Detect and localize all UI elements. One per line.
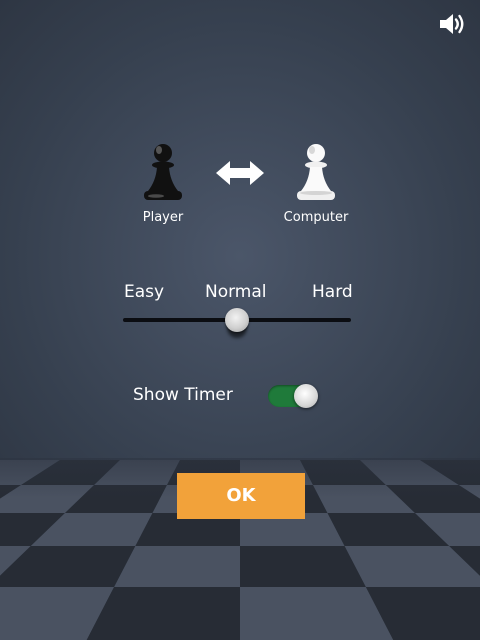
board-square [240,546,366,587]
difficulty-easy-label[interactable]: Easy [124,282,164,302]
swap-sides-button[interactable] [214,157,266,189]
difficulty-slider-knob[interactable] [225,308,249,332]
speaker-icon[interactable] [436,10,468,38]
board-square [114,546,240,587]
black-pawn-icon [139,141,187,205]
difficulty-normal-label[interactable]: Normal [205,282,267,302]
white-pawn-icon [292,141,340,205]
ok-button[interactable]: OK [177,473,305,519]
player-label: Player [142,210,184,225]
double-arrow-swap-icon [216,161,264,185]
toggle-thumb [294,384,318,408]
show-timer-toggle[interactable] [268,384,318,408]
difficulty-hard-label[interactable]: Hard [312,282,353,302]
show-timer-label: Show Timer [133,385,233,405]
computer-label: Computer [283,210,349,225]
